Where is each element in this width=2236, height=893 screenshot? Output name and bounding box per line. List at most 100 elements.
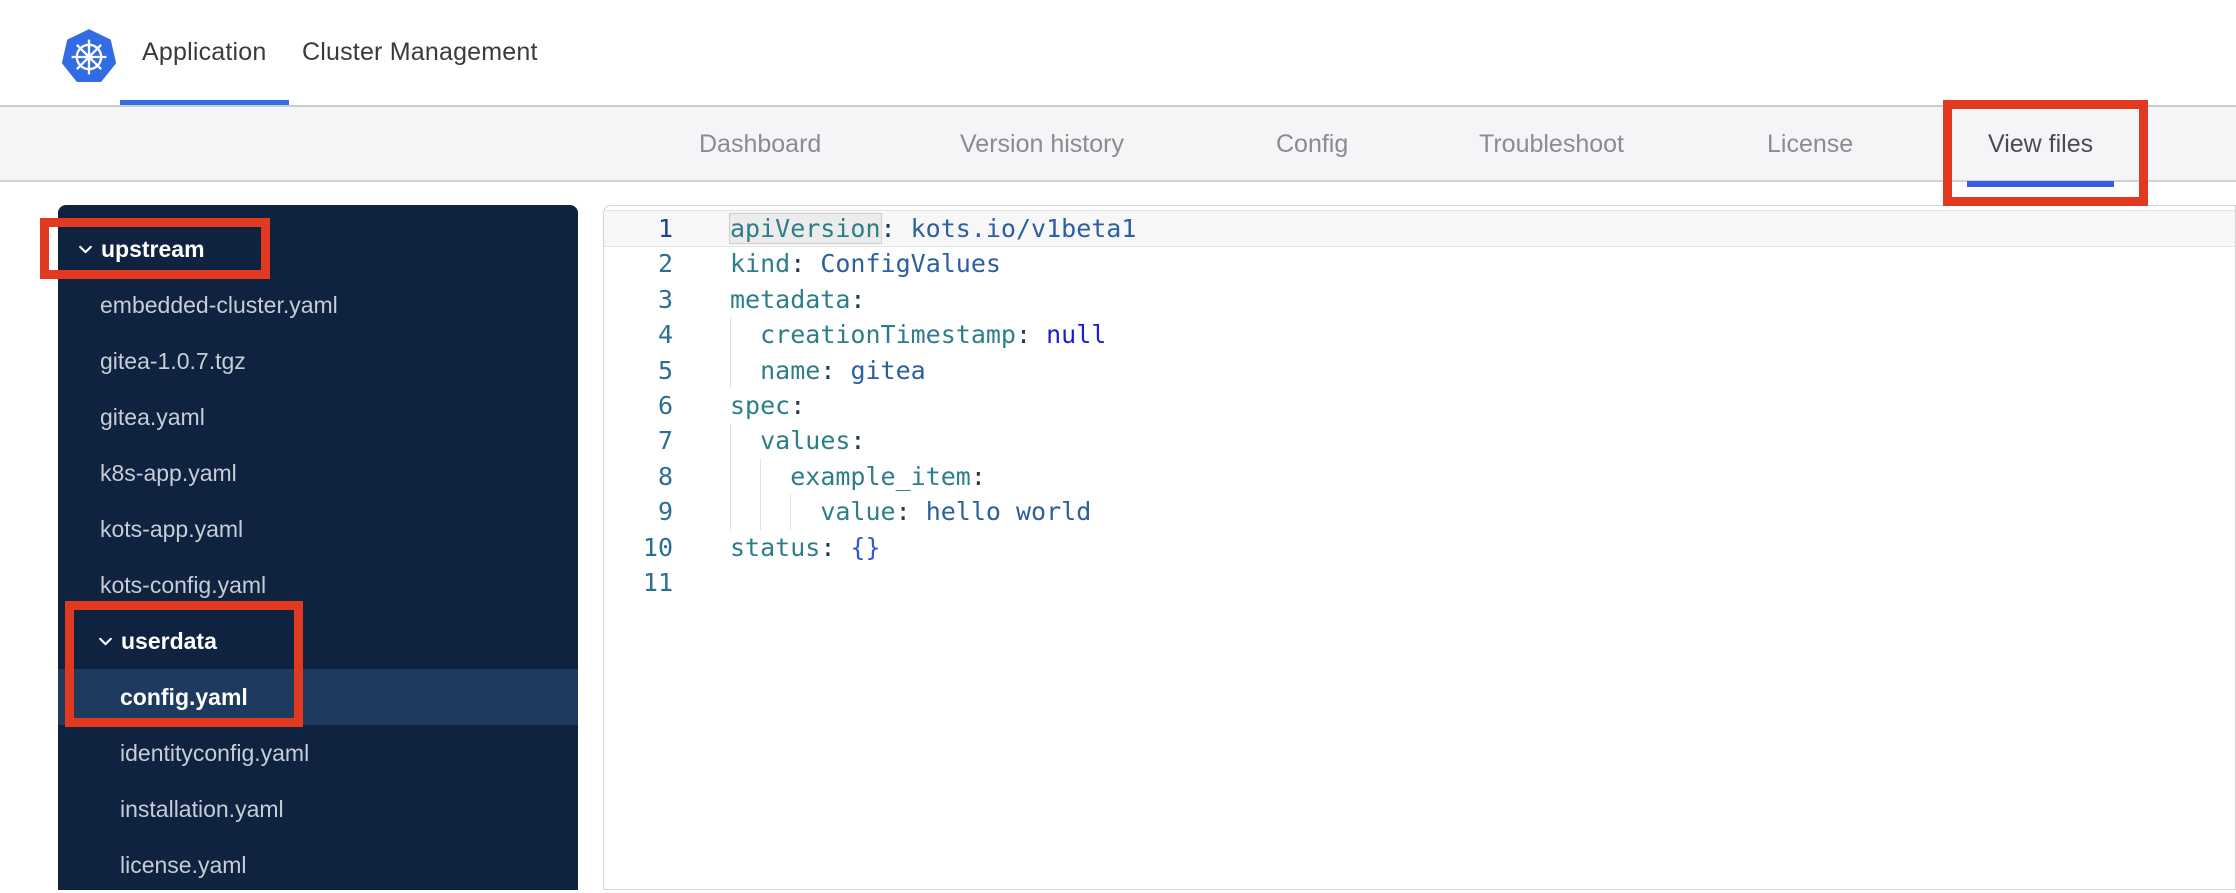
code-token: values (760, 426, 851, 456)
code-token: : (790, 249, 806, 279)
code-token: metadata (730, 284, 851, 314)
indent-guide (760, 458, 761, 495)
file-tree-sidebar: upstream embedded-cluster.yaml gitea-1.0.7… (58, 205, 578, 890)
line-number: 10 (642, 532, 673, 562)
nav-tab-label: View files (1988, 130, 2094, 158)
tree-file-gitea-1-0-7-tgz[interactable]: gitea-1.0.7.tgz (58, 333, 578, 389)
line-number: 3 (657, 284, 673, 314)
line-number: 5 (657, 355, 673, 385)
line-number: 2 (657, 249, 673, 279)
tab-application[interactable]: Application (120, 0, 289, 105)
tree-file-kots-config-yaml[interactable]: kots-config.yaml (58, 557, 578, 613)
code-token: : (970, 461, 986, 491)
tree-item-label: identityconfig.yaml (120, 739, 310, 766)
tree-file-config-yaml[interactable]: config.yaml (58, 669, 578, 725)
nav-tab-view-files[interactable]: View files (1967, 107, 2115, 187)
indent-guide (790, 494, 791, 530)
line-number: 6 (657, 390, 673, 420)
code-line: 10 status: {} (604, 530, 2235, 565)
nav-tab-label: Dashboard (699, 130, 822, 158)
code-token: {} (835, 532, 881, 562)
code-line: 7 values: (604, 423, 2235, 459)
tree-item-label: kots-app.yaml (100, 515, 244, 542)
indent-guide (730, 494, 731, 530)
code-token: : (880, 214, 896, 243)
tree-file-gitea-yaml[interactable]: gitea.yaml (58, 389, 578, 445)
code-line: 8 example_item: (604, 458, 2235, 495)
code-token: status (730, 532, 821, 562)
tree-file-installation-yaml[interactable]: installation.yaml (58, 781, 578, 837)
nav-tab-label: License (1767, 130, 1854, 158)
nav-tab-label: Version history (960, 130, 1124, 158)
code-token: kots.io/v1beta1 (895, 214, 1137, 243)
tree-file-k8s-app-yaml[interactable]: k8s-app.yaml (58, 445, 578, 501)
kubernetes-logo-icon (61, 29, 117, 83)
line-number: 1 (657, 214, 673, 243)
code-line: 5 name: gitea (604, 352, 2235, 388)
code-token: kind (730, 249, 791, 279)
line-number: 9 (657, 497, 673, 527)
file-viewer[interactable]: 1 apiVersion: kots.io/v1beta1 2 kind: Confi… (603, 205, 2236, 890)
code-line: 3 metadata: (604, 282, 2235, 317)
code-line: 4 creationTimestamp: null (604, 317, 2235, 353)
tree-file-identityconfig-yaml[interactable]: identityconfig.yaml (58, 725, 578, 781)
app-header: Application Cluster Management (0, 0, 2236, 105)
code-token: hello world (910, 497, 1092, 527)
active-nav-underline (1967, 181, 2115, 187)
tree-item-label: config.yaml (120, 683, 248, 710)
line-number: 8 (657, 461, 673, 491)
tree-file-kots-app-yaml[interactable]: kots-app.yaml (58, 501, 578, 557)
code-token: example_item (790, 461, 971, 491)
tree-file-license-yaml[interactable]: license.yaml (58, 837, 578, 893)
tree-item-label: gitea.yaml (100, 403, 205, 430)
code-token: creationTimestamp (760, 320, 1016, 350)
code-token: apiVersion (730, 214, 881, 243)
code-token: null (1031, 320, 1107, 350)
tree-folder-userdata[interactable]: userdata (58, 613, 578, 669)
code-token: : (820, 355, 836, 385)
code-token: : (895, 497, 911, 527)
indent-guide (730, 317, 731, 353)
line-number: 11 (642, 567, 673, 597)
code-line: 11 (604, 565, 2235, 600)
tree-item-label: k8s-app.yaml (100, 459, 237, 486)
code-token: : (850, 284, 866, 314)
nav-tab-label: Config (1276, 130, 1349, 158)
tree-item-label: upstream (101, 235, 205, 262)
app-nav: Dashboard Version history Config Troublesho… (0, 105, 2236, 187)
code-line: 1 apiVersion: kots.io/v1beta1 (604, 211, 2235, 247)
indent-guide (730, 458, 731, 495)
code-token: spec (730, 390, 791, 420)
tab-cluster-management[interactable]: Cluster Management (292, 0, 548, 105)
tab-application-label: Application (142, 38, 267, 66)
line-number: 7 (657, 426, 673, 456)
code-token: : (1015, 320, 1032, 350)
indent-guide (730, 352, 731, 388)
nav-tab-troubleshoot[interactable]: Troubleshoot (1458, 107, 1645, 182)
chevron-down-icon (99, 637, 112, 645)
tree-item-label: gitea-1.0.7.tgz (100, 347, 246, 374)
tree-file-embedded-cluster-yaml[interactable]: embedded-cluster.yaml (58, 277, 578, 333)
indent-guide (730, 423, 731, 459)
indent-guide (760, 494, 761, 530)
tree-item-label: userdata (121, 627, 217, 654)
nav-tab-license[interactable]: License (1746, 107, 1874, 182)
nav-tab-config[interactable]: Config (1255, 107, 1369, 182)
nav-tab-label: Troubleshoot (1479, 130, 1624, 158)
code-token: name (760, 355, 821, 385)
code-token: : (850, 426, 866, 456)
line-number: 4 (657, 320, 673, 350)
code-token: gitea (835, 355, 926, 385)
code-line: 6 spec: (604, 388, 2235, 423)
nav-tab-version-history[interactable]: Version history (939, 107, 1145, 182)
code-token: ConfigValues (805, 249, 1001, 279)
tree-item-label: embedded-cluster.yaml (100, 291, 338, 318)
tree-folder-upstream[interactable]: upstream (58, 221, 578, 277)
chevron-down-icon (79, 245, 92, 253)
code-line: 9 value: hello world (604, 494, 2235, 530)
nav-tab-dashboard[interactable]: Dashboard (678, 107, 842, 182)
